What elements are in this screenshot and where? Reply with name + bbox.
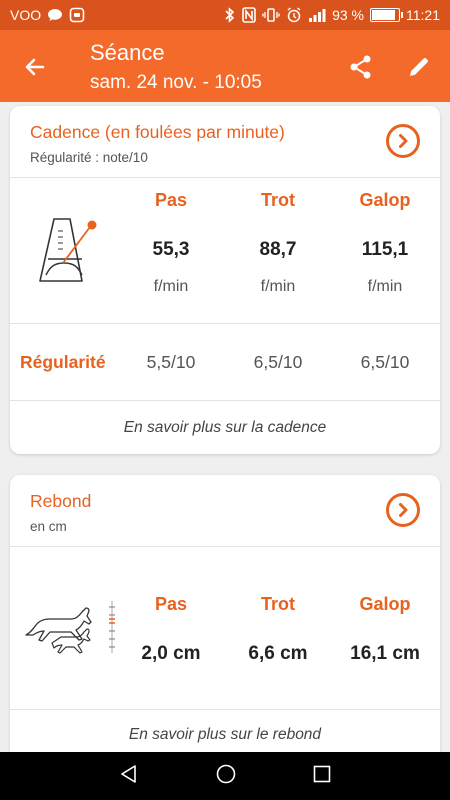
cadence-card: Cadence (en foulées par minute) Régulari…: [10, 106, 440, 454]
chevron-circle-right-icon: [399, 134, 408, 148]
page-title: Séance: [90, 40, 165, 65]
horses-icon: [25, 601, 115, 654]
nav-recents-icon[interactable]: [312, 764, 332, 789]
clock: 11:21: [406, 7, 440, 23]
rebond-details-button[interactable]: [386, 493, 420, 527]
cadence-value-galop: 115,1: [361, 239, 409, 260]
nfc-icon: [242, 7, 256, 23]
rebond-value-galop: 16,1 cm: [350, 643, 420, 664]
navigation-bar: [0, 752, 450, 800]
rebond-col-galop: Galop: [359, 594, 411, 614]
cadence-subtitle: Régularité : note/10: [30, 150, 148, 165]
nav-back-icon[interactable]: [118, 763, 140, 790]
pencil-icon: [410, 58, 428, 76]
metronome-icon: [39, 218, 97, 282]
notification-icon: [69, 7, 85, 23]
signal-icon: [308, 8, 326, 22]
battery-percent: 93 %: [332, 7, 364, 23]
cadence-details-button[interactable]: [386, 124, 420, 158]
rebond-subtitle: en cm: [30, 519, 67, 534]
regularity-value-trot: 6,5/10: [253, 352, 303, 372]
vibrate-icon: [262, 7, 280, 23]
divider: [10, 323, 440, 324]
cadence-unit-trot: f/min: [260, 278, 296, 295]
rebond-title: Rebond: [30, 491, 92, 511]
cadence-unit-galop: f/min: [367, 278, 403, 295]
share-button[interactable]: [344, 50, 378, 84]
rebond-col-trot: Trot: [261, 594, 295, 614]
share-icon: [350, 55, 371, 79]
rebond-more-link[interactable]: En savoir plus sur le rebond: [10, 726, 440, 744]
bluetooth-icon: [224, 7, 236, 23]
cadence-unit-pas: f/min: [153, 278, 189, 295]
back-button[interactable]: [18, 50, 52, 84]
cadence-col-pas: Pas: [154, 190, 188, 210]
rebond-value-trot: 6,6 cm: [248, 643, 308, 664]
cadence-col-trot: Trot: [261, 190, 295, 210]
app-bar: Séance sam. 24 nov. - 10:05: [0, 30, 450, 102]
regularity-value-pas: 5,5/10: [146, 352, 196, 372]
chevron-circle-right-icon: [399, 503, 408, 517]
arrow-left-icon: [25, 58, 45, 76]
divider: [10, 709, 440, 710]
alarm-icon: [286, 7, 302, 23]
carrier-label: VOO: [10, 7, 42, 23]
cadence-title: Cadence (en foulées par minute): [30, 122, 285, 142]
session-datetime: sam. 24 nov. - 10:05: [90, 72, 262, 93]
regularity-value-galop: 6,5/10: [360, 352, 410, 372]
cadence-value-trot: 88,7: [259, 239, 297, 260]
rebond-value-pas: 2,0 cm: [141, 643, 201, 664]
rebond-card-header: Rebond en cm: [10, 475, 440, 547]
regularity-label: Régularité: [20, 352, 106, 372]
cadence-card-header: Cadence (en foulées par minute) Régulari…: [10, 106, 440, 178]
edit-button[interactable]: [402, 50, 436, 84]
cadence-more-link[interactable]: En savoir plus sur la cadence: [10, 419, 440, 437]
cadence-col-galop: Galop: [359, 190, 411, 210]
status-bar: VOO 93 % 11:21: [0, 0, 450, 30]
nav-home-icon[interactable]: [215, 763, 237, 790]
cadence-value-pas: 55,3: [152, 239, 190, 260]
battery-icon: [370, 8, 403, 22]
rebond-card: Rebond en cm Pas Trot Galop 2,0 cm 6,6 c…: [10, 475, 440, 775]
rebond-col-pas: Pas: [154, 594, 188, 614]
chat-icon: [47, 8, 63, 22]
divider: [10, 400, 440, 401]
